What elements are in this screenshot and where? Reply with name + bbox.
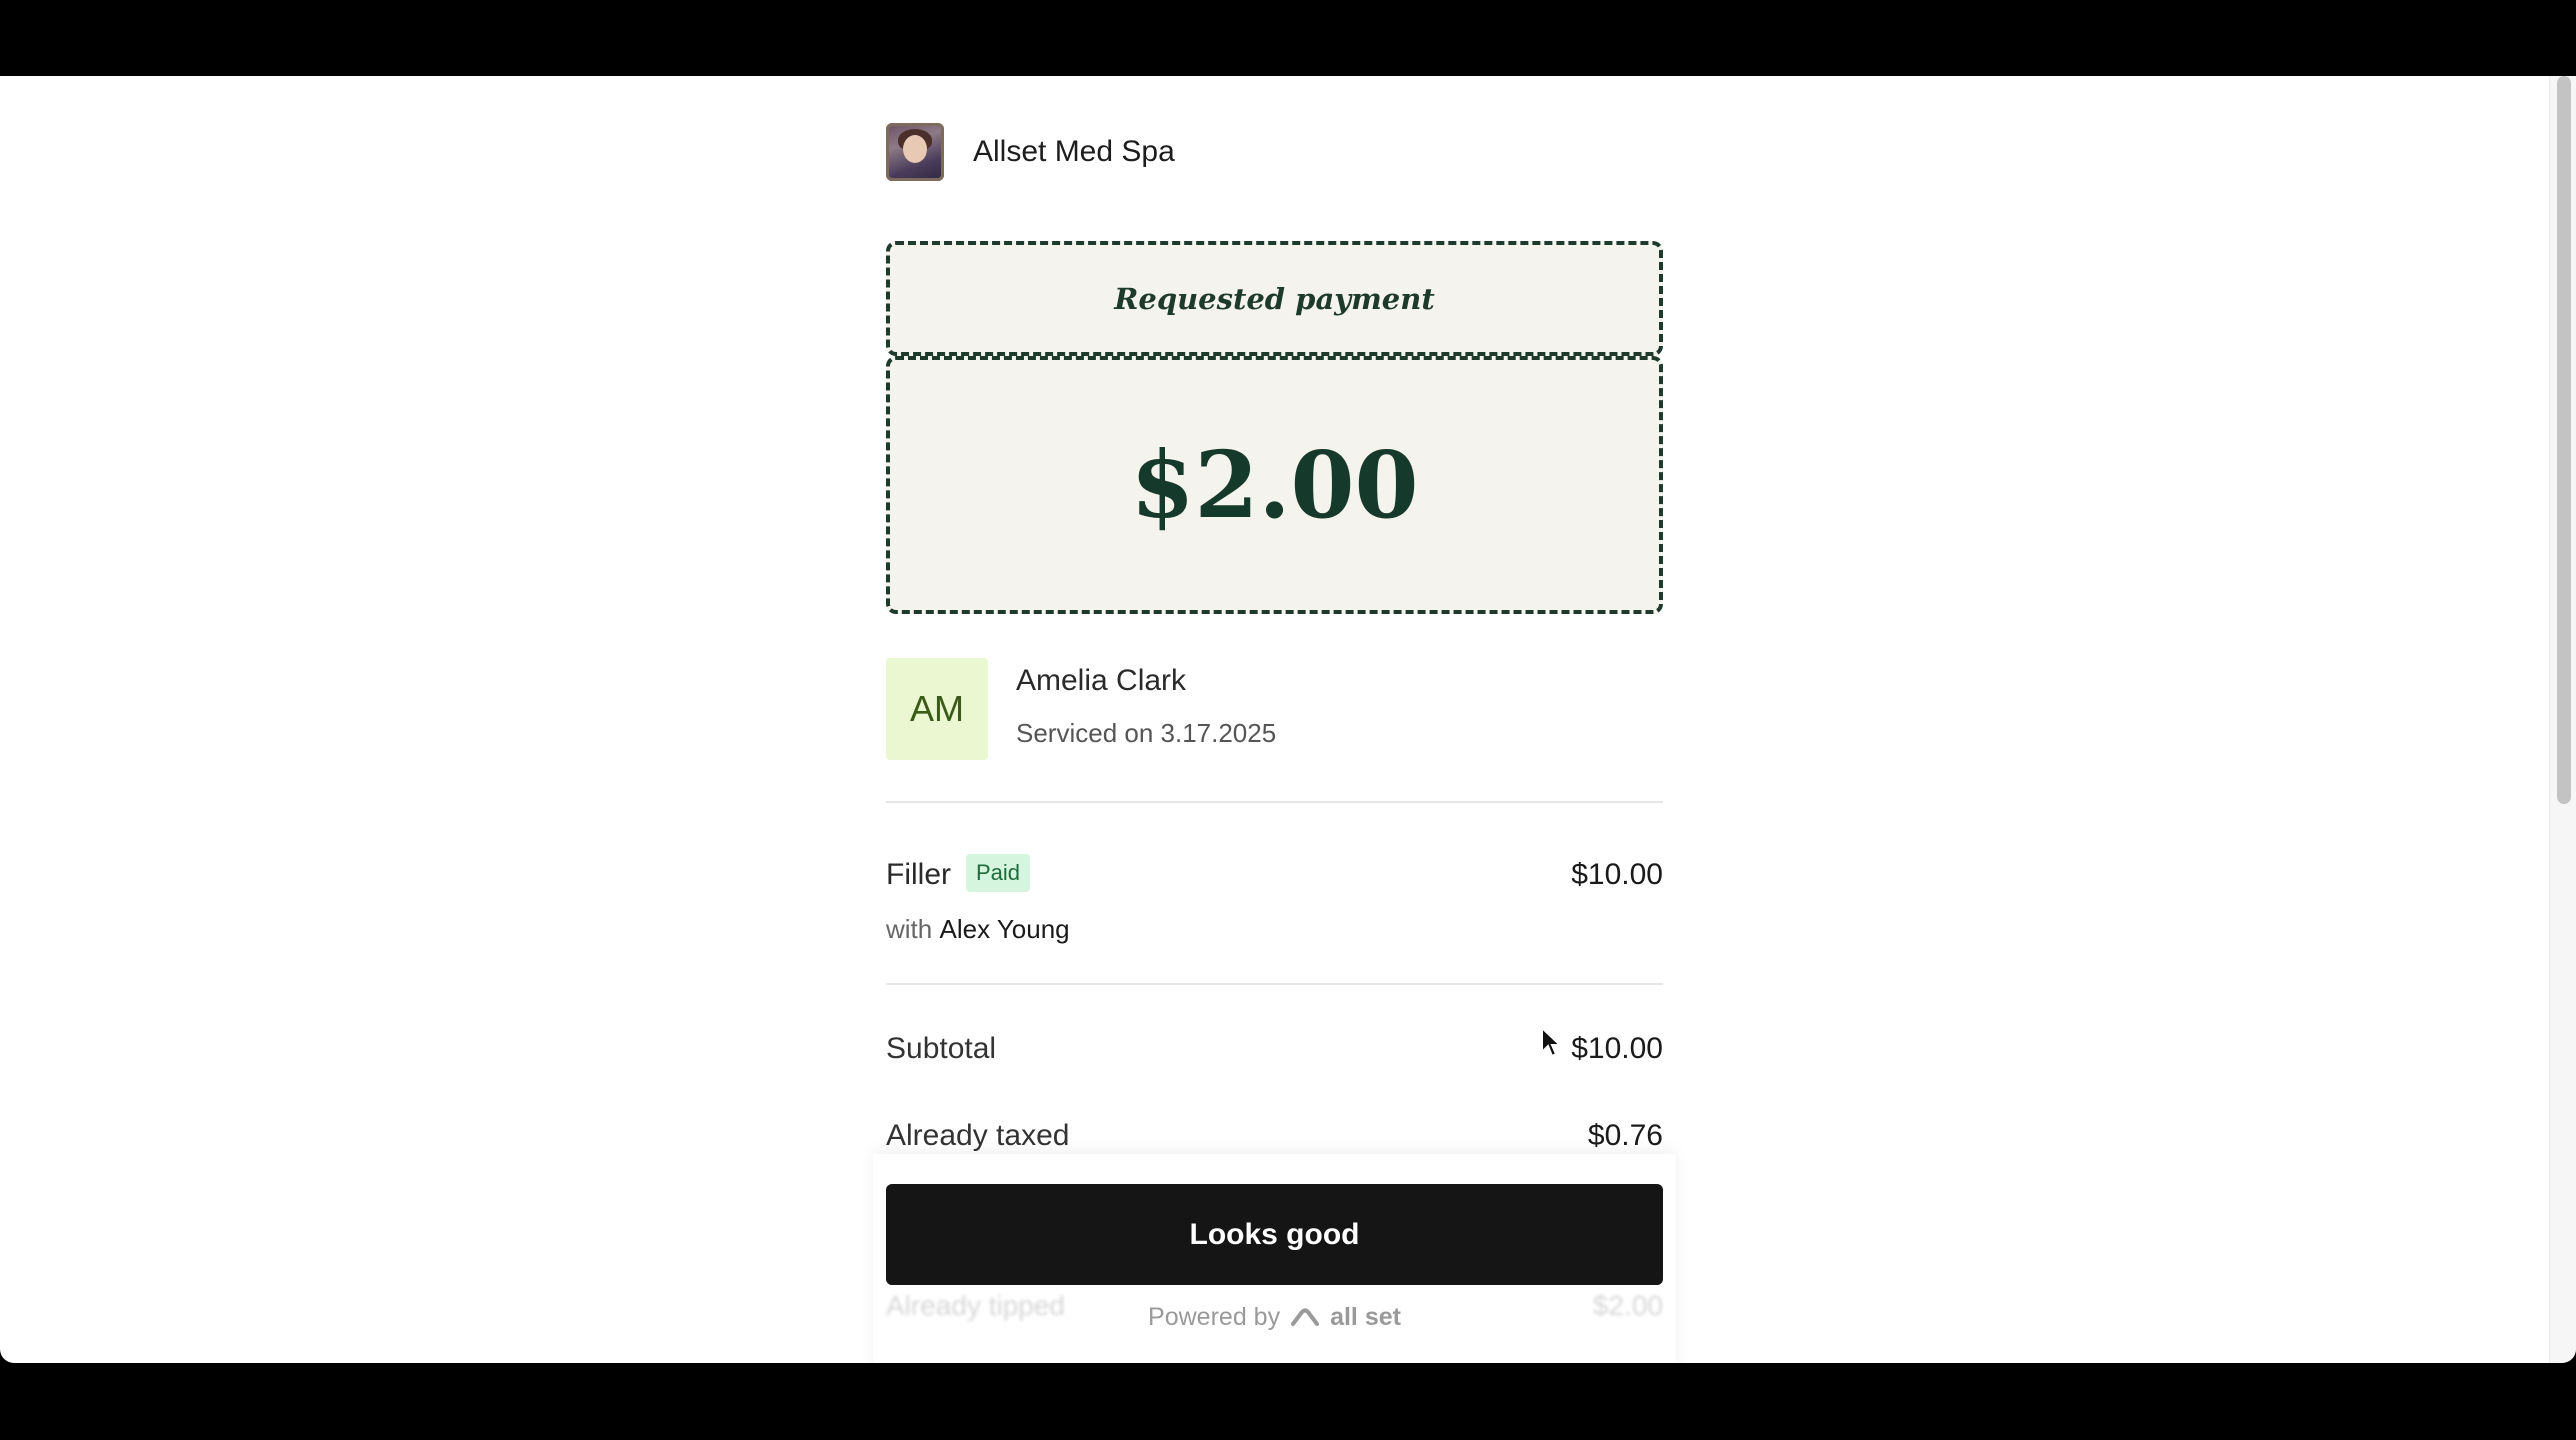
client-name: Amelia Clark bbox=[1016, 664, 1187, 697]
provider-name: Alex Young bbox=[939, 914, 1070, 944]
powered-by: Powered by all set bbox=[886, 1300, 1663, 1334]
mouse-cursor-icon bbox=[1541, 1026, 1562, 1058]
payment-amount: $2.00 bbox=[1130, 431, 1419, 539]
allset-logo-icon bbox=[1291, 1308, 1320, 1326]
looks-good-button[interactable]: Looks good bbox=[886, 1184, 1663, 1285]
powered-by-label: Powered by bbox=[1148, 1302, 1281, 1331]
requested-payment-header: Requested payment bbox=[886, 241, 1663, 356]
client-card: AM Amelia Clark Serviced on 3.17.2025 bbox=[886, 658, 1663, 760]
business-name: Allset Med Spa bbox=[973, 135, 1175, 168]
provider-line: with Alex Young bbox=[886, 914, 1070, 945]
taxed-value: $0.76 bbox=[1587, 1119, 1663, 1152]
scrollbar[interactable] bbox=[2549, 76, 2576, 1363]
line-item-price: $10.00 bbox=[1571, 858, 1663, 891]
line-item: Filler Paid $10.00 with Alex Young bbox=[886, 846, 1663, 946]
divider bbox=[886, 983, 1663, 985]
taxed-label: Already taxed bbox=[886, 1119, 1070, 1152]
amount-panel: $2.00 bbox=[886, 356, 1663, 614]
powered-by-brand[interactable]: all set bbox=[1330, 1303, 1401, 1332]
subtotal-value: $10.00 bbox=[1571, 1032, 1663, 1065]
provider-prefix: with bbox=[886, 914, 933, 944]
line-item-name: Filler bbox=[886, 858, 951, 891]
service-date: Serviced on 3.17.2025 bbox=[1016, 718, 1277, 748]
requested-payment-label: Requested payment bbox=[1114, 281, 1435, 316]
divider bbox=[886, 801, 1663, 803]
subtotal-label: Subtotal bbox=[886, 1032, 997, 1065]
page-viewport: Allset Med Spa Requested payment $2.00 A… bbox=[0, 76, 2576, 1363]
client-avatar: AM bbox=[886, 658, 988, 760]
business-logo bbox=[886, 123, 944, 181]
taxed-row: Already taxed $0.76 bbox=[886, 1119, 1663, 1159]
business-header: Allset Med Spa bbox=[886, 123, 1175, 181]
status-badge: Paid bbox=[966, 854, 1031, 892]
scrollbar-thumb[interactable] bbox=[2557, 76, 2571, 804]
